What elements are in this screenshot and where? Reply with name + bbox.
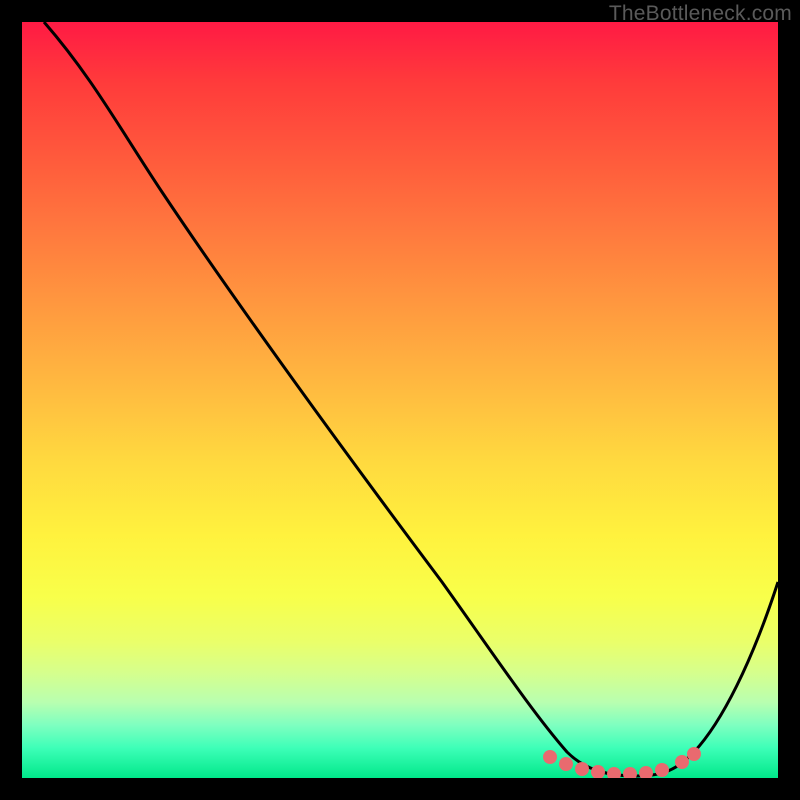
plot-area xyxy=(22,22,778,778)
curve-line xyxy=(44,22,778,776)
watermark-text: TheBottleneck.com xyxy=(609,2,792,26)
outer-frame: TheBottleneck.com xyxy=(0,0,800,800)
chart-svg xyxy=(22,22,778,778)
